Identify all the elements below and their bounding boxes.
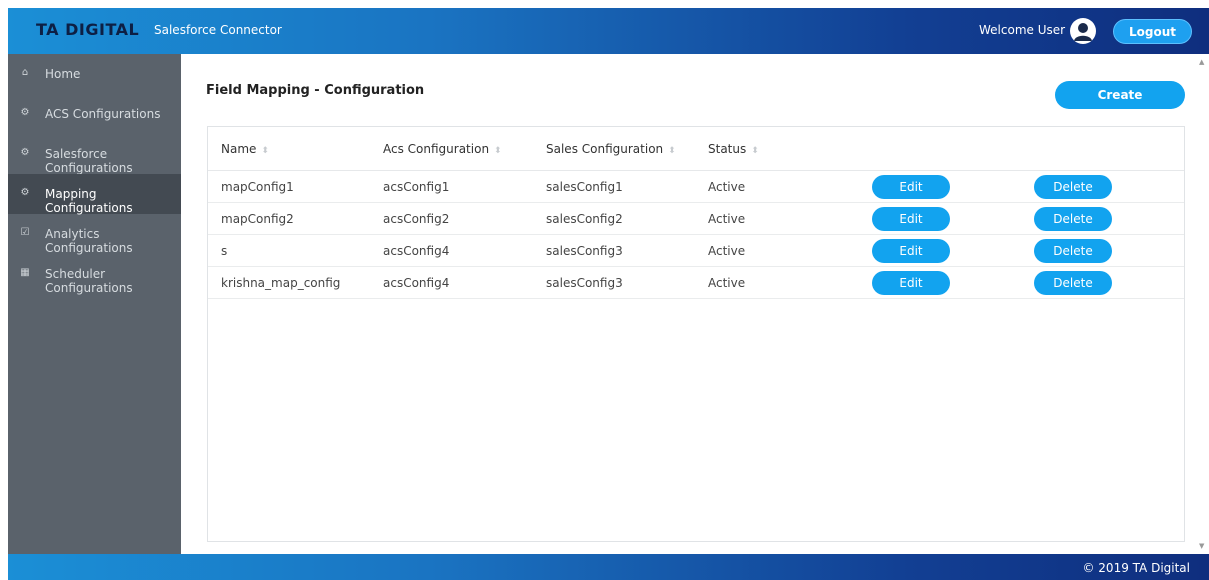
cell-sales: salesConfig2 xyxy=(546,202,708,235)
sidebar-item-salesforce-configurations[interactable]: ⚙ Salesforce Configurations xyxy=(8,134,181,175)
cell-acs: acsConfig4 xyxy=(383,266,546,299)
sort-icon[interactable]: ⬍ xyxy=(261,146,269,156)
cell-acs: acsConfig4 xyxy=(383,234,546,267)
cell-sales: salesConfig1 xyxy=(546,170,708,203)
cogs-icon: ⚙ xyxy=(20,107,30,118)
sidebar-item-label: Analytics Configurations xyxy=(45,227,133,255)
copyright-text: © 2019 TA Digital xyxy=(1082,561,1190,575)
delete-button[interactable]: Delete xyxy=(1034,206,1112,231)
table-row: krishna_map_config acsConfig4 salesConfi… xyxy=(208,266,1184,299)
table-row: mapConfig2 acsConfig2 salesConfig2 Activ… xyxy=(208,202,1184,235)
cogs-icon: ⚙ xyxy=(20,187,30,198)
cogs-icon: ⚙ xyxy=(20,147,30,158)
welcome-text: Welcome User xyxy=(979,23,1066,37)
scroll-up-arrow-icon[interactable]: ▲ xyxy=(1199,58,1204,66)
cell-sales: salesConfig3 xyxy=(546,266,708,299)
app-title: Salesforce Connector xyxy=(154,23,282,37)
sidebar: ⌂ Home ⚙ ACS Configurations ⚙ Salesforce… xyxy=(8,54,181,554)
create-button[interactable]: Create xyxy=(1055,81,1185,109)
checkbox-icon: ☑ xyxy=(20,227,30,238)
cell-name: mapConfig1 xyxy=(208,170,383,203)
scroll-down-arrow-icon[interactable]: ▼ xyxy=(1199,542,1204,550)
sort-icon[interactable]: ⬍ xyxy=(668,146,676,156)
delete-button[interactable]: Delete xyxy=(1034,270,1112,295)
sidebar-item-label: Mapping Configurations xyxy=(45,187,133,215)
cell-status: Active xyxy=(708,202,838,235)
table-row: mapConfig1 acsConfig1 salesConfig1 Activ… xyxy=(208,170,1184,203)
table-row: s acsConfig4 salesConfig3 Active Edit De… xyxy=(208,234,1184,267)
sort-icon[interactable]: ⬍ xyxy=(494,146,502,156)
mapping-table: Name ⬍ Acs Configuration ⬍ Sales Configura… xyxy=(208,127,1184,299)
page-title: Field Mapping - Configuration xyxy=(206,83,425,98)
delete-button[interactable]: Delete xyxy=(1034,174,1112,199)
column-header-status[interactable]: Status ⬍ xyxy=(708,127,838,171)
sidebar-item-label: Scheduler Configurations xyxy=(45,267,133,295)
column-header-delete xyxy=(1000,127,1184,171)
cell-acs: acsConfig2 xyxy=(383,202,546,235)
sidebar-item-acs-configurations[interactable]: ⚙ ACS Configurations xyxy=(8,94,181,134)
edit-button[interactable]: Edit xyxy=(872,270,950,295)
sidebar-item-analytics-configurations[interactable]: ☑ Analytics Configurations xyxy=(8,214,181,255)
footer: © 2019 TA Digital xyxy=(8,554,1209,580)
sidebar-item-label: ACS Configurations xyxy=(45,107,161,121)
sidebar-item-label: Salesforce Configurations xyxy=(45,147,133,175)
logout-button[interactable]: Logout xyxy=(1113,19,1192,44)
cell-name: mapConfig2 xyxy=(208,202,383,235)
cell-status: Active xyxy=(708,266,838,299)
column-header-edit xyxy=(838,127,1000,171)
table-header-row: Name ⬍ Acs Configuration ⬍ Sales Configura… xyxy=(208,127,1184,171)
cell-status: Active xyxy=(708,170,838,203)
user-avatar-icon[interactable] xyxy=(1070,18,1096,44)
brand-text: TA DIGITAL xyxy=(36,20,140,39)
delete-button[interactable]: Delete xyxy=(1034,238,1112,263)
column-header-name[interactable]: Name ⬍ xyxy=(208,127,383,171)
cell-status: Active xyxy=(708,234,838,267)
sidebar-item-home[interactable]: ⌂ Home xyxy=(8,54,181,94)
cell-sales: salesConfig3 xyxy=(546,234,708,267)
mapping-table-panel: Name ⬍ Acs Configuration ⬍ Sales Configura… xyxy=(207,126,1185,542)
cell-name: krishna_map_config xyxy=(208,266,383,299)
calendar-icon: ▦ xyxy=(20,267,30,278)
edit-button[interactable]: Edit xyxy=(872,174,950,199)
top-header: TA DIGITAL Salesforce Connector Welcome … xyxy=(8,8,1209,54)
home-icon: ⌂ xyxy=(21,67,29,78)
cell-acs: acsConfig1 xyxy=(383,170,546,203)
sidebar-item-label: Home xyxy=(45,67,81,81)
sidebar-item-mapping-configurations[interactable]: ⚙ Mapping Configurations xyxy=(8,174,181,215)
cell-name: s xyxy=(208,234,383,267)
edit-button[interactable]: Edit xyxy=(872,206,950,231)
column-header-acs-configuration[interactable]: Acs Configuration ⬍ xyxy=(383,127,546,171)
brand-logo[interactable]: TA DIGITAL xyxy=(36,20,139,39)
edit-button[interactable]: Edit xyxy=(872,238,950,263)
sort-icon[interactable]: ⬍ xyxy=(751,146,759,156)
sidebar-item-scheduler-configurations[interactable]: ▦ Scheduler Configurations xyxy=(8,254,181,295)
column-header-sales-configuration[interactable]: Sales Configuration ⬍ xyxy=(546,127,708,171)
